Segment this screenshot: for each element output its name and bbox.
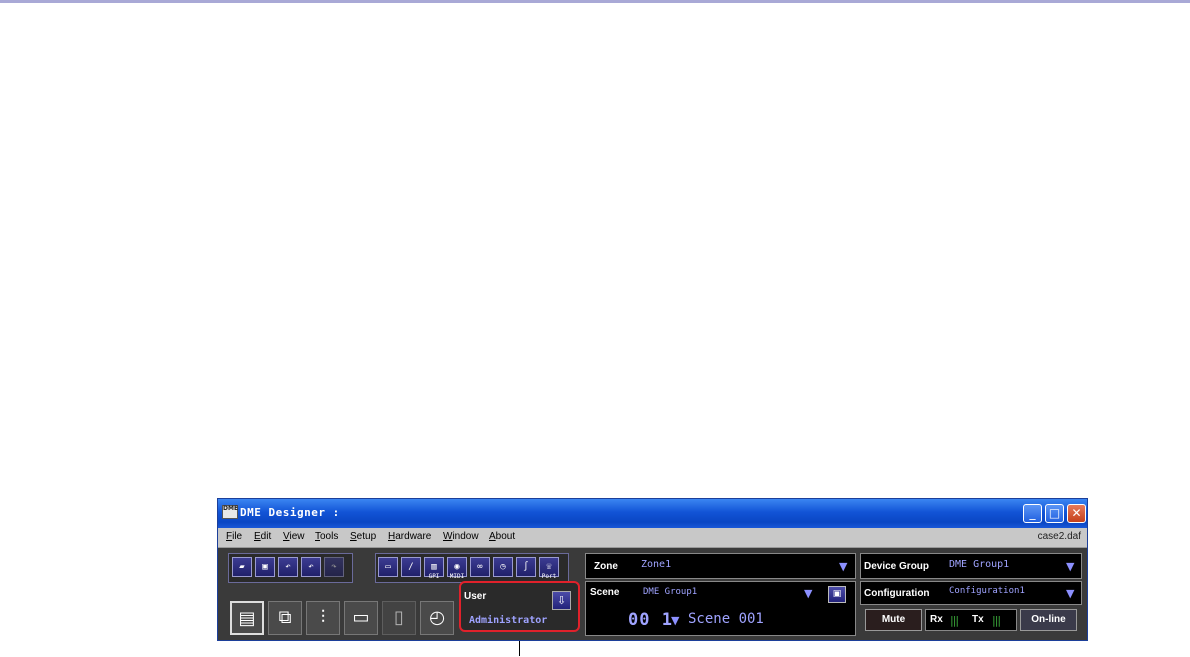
dme-app-icon: DME: [222, 505, 238, 519]
scene-group-dropdown-icon[interactable]: ▼: [804, 587, 812, 600]
scene-label: Scene: [590, 587, 620, 598]
top-border-line: [0, 0, 1190, 3]
undo-icon[interactable]: ↶: [278, 557, 298, 577]
zone-label: Zone: [594, 561, 618, 572]
device-group-panel[interactable]: Device Group DME Group1 ▼: [860, 553, 1082, 579]
port-icon[interactable]: ☏ Port: [539, 557, 559, 580]
remote-icon[interactable]: ∞: [470, 557, 490, 577]
page-copy-icon[interactable]: ⧉: [268, 601, 302, 635]
mute-button[interactable]: Mute: [865, 609, 922, 631]
online-button[interactable]: On-line: [1020, 609, 1077, 631]
rx-meter-icon: |||: [950, 614, 959, 627]
rx-tx-indicator: Rx ||| Tx |||: [925, 609, 1017, 631]
clock-icon[interactable]: ◴: [420, 601, 454, 635]
scene-name: Scene 001: [688, 611, 764, 627]
configuration-value: Configuration1: [949, 586, 1025, 596]
menu-about[interactable]: About: [489, 531, 515, 542]
device-group-value: DME Group1: [949, 559, 1010, 570]
user-panel: User Administrator ⇩: [459, 581, 580, 632]
zone-panel[interactable]: Zone Zone1 ▼: [585, 553, 856, 579]
gpi-label: GPI: [428, 573, 440, 580]
menu-edit[interactable]: Edit: [254, 531, 271, 542]
menu-tools[interactable]: Tools: [315, 531, 338, 542]
scene-dropdown-icon[interactable]: ▼: [671, 614, 679, 627]
callout-line: [519, 641, 520, 656]
user-name: Administrator: [469, 615, 548, 626]
user-login-icon[interactable]: ⇩: [552, 591, 571, 610]
undo-list-icon[interactable]: ↶: [301, 557, 321, 577]
parameter-link-icon[interactable]: ∕: [401, 557, 421, 577]
dme-designer-window: DME DME Designer : _ □ ✕ File Edit View …: [217, 498, 1088, 641]
device-group-label: Device Group: [864, 561, 930, 572]
scheduler-clock-icon[interactable]: ◷: [493, 557, 513, 577]
user-label: User: [464, 591, 487, 602]
minimize-button[interactable]: _: [1023, 504, 1042, 523]
zone-value: Zone1: [641, 559, 672, 570]
fader-icon[interactable]: ⫶: [306, 601, 340, 635]
scene-store-icon[interactable]: ▣: [828, 586, 846, 603]
scene-panel: Scene DME Group1 ▼ ▣ 00 1 ▼ Scene 001: [585, 581, 856, 636]
configuration-panel[interactable]: Configuration Configuration1 ▼: [860, 581, 1082, 605]
configuration-dropdown-icon[interactable]: ▼: [1066, 587, 1074, 600]
component-editor-icon[interactable]: ▭: [378, 557, 398, 577]
device-group-dropdown-icon[interactable]: ▼: [1066, 560, 1074, 573]
port-label: Port: [541, 573, 557, 580]
scene-group: DME Group1: [643, 587, 698, 597]
link-icon[interactable]: ∫: [516, 557, 536, 577]
window-title: DME Designer :: [240, 506, 340, 519]
configuration-label: Configuration: [864, 588, 930, 599]
save-icon[interactable]: ▣: [255, 557, 275, 577]
designer-view-icon[interactable]: ▤: [230, 601, 264, 635]
menu-window[interactable]: Window: [443, 531, 479, 542]
menu-view[interactable]: View: [283, 531, 305, 542]
maximize-button[interactable]: □: [1045, 504, 1064, 523]
gpi-icon[interactable]: ▥ GPI: [424, 557, 444, 580]
midi-label: MIDI: [449, 573, 465, 580]
close-button[interactable]: ✕: [1067, 504, 1086, 523]
scene-number: 00 1: [628, 610, 673, 630]
zone-dropdown-icon[interactable]: ▼: [839, 560, 847, 573]
file-name-label: case2.daf: [1037, 531, 1081, 542]
menu-setup[interactable]: Setup: [350, 531, 376, 542]
tx-label: Tx: [972, 614, 984, 625]
title-bar[interactable]: DME DME Designer : _ □ ✕: [218, 499, 1087, 528]
menu-file[interactable]: File: [226, 531, 242, 542]
tx-meter-icon: |||: [992, 614, 1001, 627]
open-folder-icon[interactable]: ▰: [232, 557, 252, 577]
rx-label: Rx: [930, 614, 943, 625]
document-icon[interactable]: ▯: [382, 601, 416, 635]
menu-bar: File Edit View Tools Setup Hardware Wind…: [218, 528, 1087, 548]
menu-hardware[interactable]: Hardware: [388, 531, 431, 542]
redo-icon[interactable]: ↷: [324, 557, 344, 577]
midi-icon[interactable]: ◉ MIDI: [447, 557, 467, 580]
monitor-icon[interactable]: ▭: [344, 601, 378, 635]
